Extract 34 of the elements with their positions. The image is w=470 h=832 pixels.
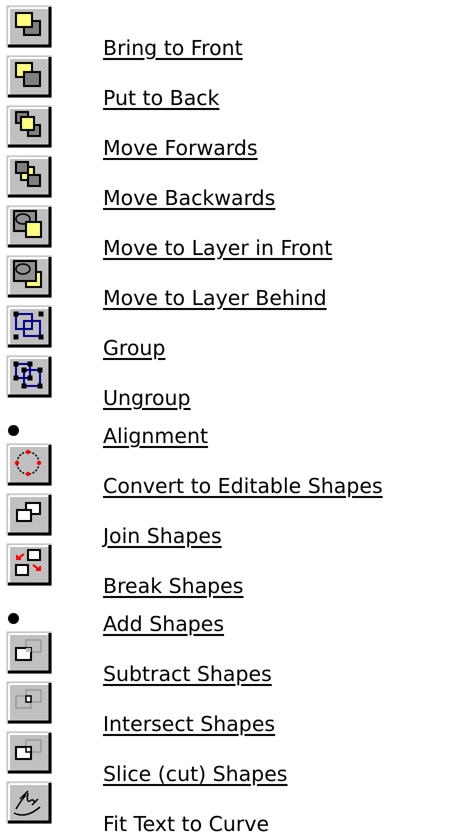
help-link[interactable]: Ungroup: [103, 385, 191, 411]
ungrouped-squares-icon[interactable]: [6, 355, 52, 398]
split-rectangles-icon[interactable]: [6, 543, 52, 586]
stacked-squares-icon[interactable]: [6, 105, 52, 148]
intersect-rectangles-icon[interactable]: [6, 681, 52, 724]
bullet-icon: [8, 425, 19, 436]
help-link[interactable]: Group: [103, 335, 166, 361]
layered-squares-icon[interactable]: [6, 55, 52, 98]
help-link[interactable]: Move Backwards: [103, 185, 276, 211]
help-link[interactable]: Bring to Front: [103, 35, 243, 61]
stacked-squares-icon[interactable]: [6, 155, 52, 198]
help-link[interactable]: Fit Text to Curve: [103, 811, 270, 832]
layer-frame-icon[interactable]: [6, 205, 52, 248]
help-link[interactable]: Move to Layer Behind: [103, 285, 327, 311]
help-link[interactable]: Convert to Editable Shapes: [103, 473, 383, 499]
help-link[interactable]: Add Shapes: [103, 611, 224, 637]
text-curve-icon[interactable]: [6, 781, 52, 824]
help-link[interactable]: Subtract Shapes: [103, 661, 272, 687]
help-link[interactable]: Intersect Shapes: [103, 711, 276, 737]
bullet-icon: [8, 613, 19, 624]
grouped-squares-icon[interactable]: [6, 305, 52, 348]
layered-squares-icon[interactable]: [6, 5, 52, 48]
help-link[interactable]: Alignment: [103, 423, 208, 449]
help-link[interactable]: Join Shapes: [103, 523, 222, 549]
help-link[interactable]: Put to Back: [103, 85, 220, 111]
help-link[interactable]: Move to Layer in Front: [103, 235, 332, 261]
help-link[interactable]: Break Shapes: [103, 573, 244, 599]
help-link[interactable]: Move Forwards: [103, 135, 258, 161]
layer-frame-icon[interactable]: [6, 255, 52, 298]
circle-nodes-icon[interactable]: [6, 443, 52, 486]
subtract-rectangles-icon[interactable]: [6, 631, 52, 674]
overlapping-rectangles-icon[interactable]: [6, 493, 52, 536]
slice-rectangles-icon[interactable]: [6, 731, 52, 774]
help-link[interactable]: Slice (cut) Shapes: [103, 761, 288, 787]
